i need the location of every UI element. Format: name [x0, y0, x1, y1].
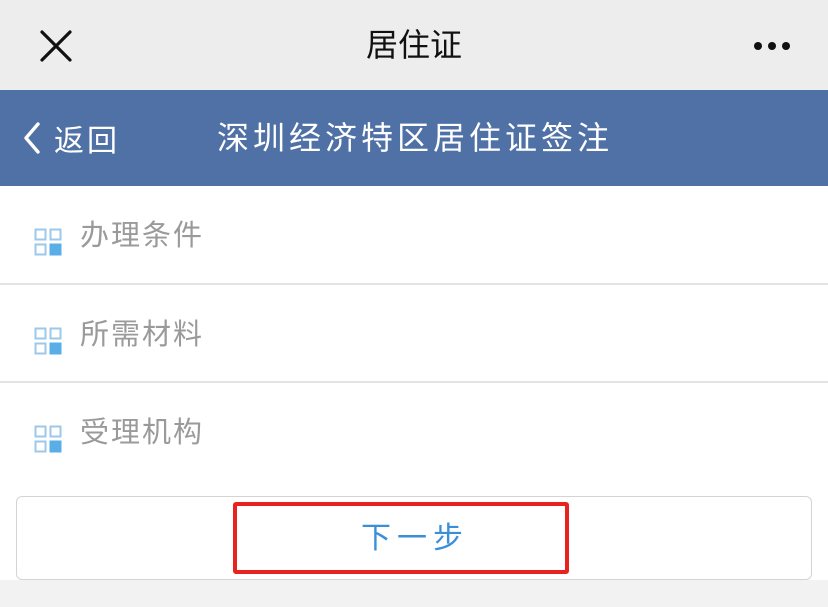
page-title: 居住证 — [365, 26, 462, 64]
more-icon — [754, 42, 790, 50]
grid-icon — [34, 425, 62, 453]
nav-bar: 返回 深圳经济特区居住证签注 — [0, 90, 828, 186]
close-button[interactable] — [36, 26, 76, 66]
list-item-agencies[interactable]: 受理机构 — [0, 383, 828, 481]
grid-icon — [34, 327, 62, 355]
next-step-button[interactable]: 下一步 — [16, 496, 812, 580]
top-bar: 居住证 — [0, 0, 828, 90]
list-item-materials[interactable]: 所需材料 — [0, 285, 828, 383]
close-icon — [40, 30, 72, 62]
list-item-conditions[interactable]: 办理条件 — [0, 186, 828, 284]
back-button[interactable]: 返回 — [22, 90, 142, 186]
grid-icon — [34, 228, 62, 256]
nav-title: 深圳经济特区居住证签注 — [216, 119, 613, 157]
more-button[interactable] — [748, 30, 796, 62]
next-step-label: 下一步 — [361, 521, 469, 556]
list-item-label: 受理机构 — [80, 415, 205, 449]
list-item-label: 所需材料 — [80, 317, 205, 351]
content-panel: 办理条件 所需材料 受理机构 下一步 — [0, 186, 828, 580]
chevron-left-icon — [24, 122, 40, 154]
list-item-label: 办理条件 — [80, 218, 205, 252]
back-label: 返回 — [54, 124, 120, 159]
